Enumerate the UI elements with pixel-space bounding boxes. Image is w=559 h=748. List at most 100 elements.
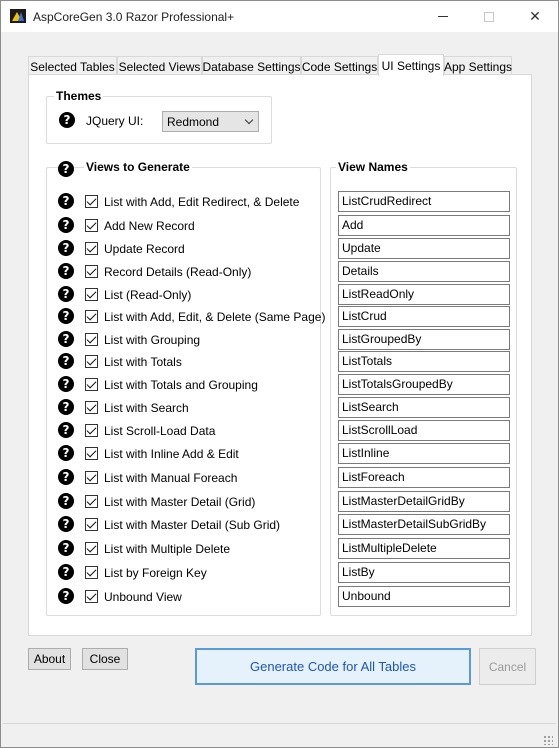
close-window-button[interactable]: ✕: [512, 1, 558, 32]
close-button[interactable]: Close: [82, 648, 128, 670]
view-name-input[interactable]: ListCrudRedirect: [338, 191, 510, 212]
view-checkbox[interactable]: [85, 355, 98, 368]
minimize-icon: [438, 16, 448, 17]
view-checkbox[interactable]: [85, 401, 98, 414]
help-icon[interactable]: ?: [58, 193, 74, 209]
view-label: List (Read-Only): [104, 288, 192, 302]
app-logo-icon: [10, 9, 26, 23]
help-icon[interactable]: ?: [58, 469, 74, 485]
view-name-input[interactable]: ListInline: [338, 443, 510, 464]
view-label: List with Add, Edit, & Delete (Same Page…: [104, 310, 326, 324]
view-label: List with Totals and Grouping: [104, 378, 258, 392]
minimize-button[interactable]: [420, 1, 466, 32]
tab-selected-views[interactable]: Selected Views: [117, 56, 202, 76]
help-icon[interactable]: ?: [59, 112, 75, 128]
help-icon[interactable]: ?: [58, 376, 74, 392]
help-icon[interactable]: ?: [58, 422, 74, 438]
maximize-button: [466, 1, 512, 32]
help-icon[interactable]: ?: [58, 217, 74, 233]
view-checkbox[interactable]: [85, 542, 98, 555]
view-name-input[interactable]: Add: [338, 215, 510, 236]
view-label: List with Inline Add & Edit: [104, 447, 239, 461]
view-checkbox[interactable]: [85, 310, 98, 323]
view-label: Update Record: [104, 242, 185, 256]
view-label: List with Totals: [104, 355, 182, 369]
app-window: AspCoreGen 3.0 Razor Professional+ ✕ Sel…: [0, 0, 559, 748]
help-icon[interactable]: ?: [58, 564, 74, 580]
view-label: List with Master Detail (Grid): [104, 495, 256, 509]
view-checkbox[interactable]: [85, 242, 98, 255]
jquery-ui-theme-select[interactable]: Redmond: [162, 111, 259, 132]
help-icon[interactable]: ?: [58, 493, 74, 509]
help-icon[interactable]: ?: [58, 445, 74, 461]
chevron-down-icon: [244, 115, 254, 125]
help-icon[interactable]: ?: [58, 286, 74, 302]
help-icon[interactable]: ?: [58, 399, 74, 415]
help-icon[interactable]: ?: [58, 308, 74, 324]
view-name-input[interactable]: ListMasterDetailGridBy: [338, 491, 510, 512]
resize-grip-icon[interactable]: [543, 735, 553, 745]
view-label: List with Manual Foreach: [104, 471, 238, 485]
view-checkbox[interactable]: [85, 288, 98, 301]
view-checkbox[interactable]: [85, 195, 98, 208]
tab-ui-settings[interactable]: UI Settings: [378, 54, 444, 76]
view-checkbox[interactable]: [85, 471, 98, 484]
view-name-input[interactable]: ListTotalsGroupedBy: [338, 374, 510, 395]
view-label: List with Grouping: [104, 333, 201, 347]
help-icon[interactable]: ?: [58, 331, 74, 347]
help-icon[interactable]: ?: [58, 588, 74, 604]
help-icon[interactable]: ?: [58, 263, 74, 279]
view-label: List with Search: [104, 401, 189, 415]
cancel-button: Cancel: [479, 648, 536, 685]
view-name-input[interactable]: Unbound: [338, 586, 510, 607]
help-icon[interactable]: ?: [58, 516, 74, 532]
view-label: Add New Record: [104, 219, 195, 233]
help-icon[interactable]: ?: [58, 161, 74, 177]
tab-selected-tables[interactable]: Selected Tables: [28, 56, 117, 76]
view-label: Unbound View: [104, 590, 182, 604]
tab-code-settings[interactable]: Code Settings: [301, 56, 378, 76]
tab-database-settings[interactable]: Database Settings: [202, 56, 301, 76]
window-title: AspCoreGen 3.0 Razor Professional+: [33, 10, 235, 24]
title-bar[interactable]: AspCoreGen 3.0 Razor Professional+ ✕: [1, 1, 558, 32]
help-icon[interactable]: ?: [58, 540, 74, 556]
view-name-input[interactable]: ListReadOnly: [338, 284, 510, 305]
view-checkbox[interactable]: [85, 378, 98, 391]
view-name-input[interactable]: Details: [338, 261, 510, 282]
view-names-legend: View Names: [336, 160, 410, 174]
tab-app-settings[interactable]: App Settings: [444, 56, 512, 76]
view-name-input[interactable]: ListTotals: [338, 351, 510, 372]
jquery-ui-label: JQuery UI:: [86, 114, 144, 128]
view-checkbox[interactable]: [85, 265, 98, 278]
view-name-input[interactable]: ListSearch: [338, 397, 510, 418]
view-label: Record Details (Read-Only): [104, 265, 252, 279]
view-checkbox[interactable]: [85, 518, 98, 531]
view-name-input[interactable]: ListCrud: [338, 306, 510, 327]
view-name-input[interactable]: ListBy: [338, 562, 510, 583]
view-label: List with Add, Edit Redirect, & Delete: [104, 195, 300, 209]
jquery-ui-theme-value: Redmond: [167, 115, 220, 129]
help-icon[interactable]: ?: [58, 353, 74, 369]
view-name-input[interactable]: ListForeach: [338, 467, 510, 488]
view-checkbox[interactable]: [85, 495, 98, 508]
view-name-input[interactable]: Update: [338, 238, 510, 259]
view-checkbox[interactable]: [85, 590, 98, 603]
view-checkbox[interactable]: [85, 566, 98, 579]
views-legend: Views to Generate: [84, 160, 192, 174]
view-name-input[interactable]: ListScrollLoad: [338, 420, 510, 441]
view-label: List by Foreign Key: [104, 566, 207, 580]
about-button[interactable]: About: [28, 648, 71, 670]
help-icon[interactable]: ?: [58, 240, 74, 256]
generate-code-button[interactable]: Generate Code for All Tables: [195, 648, 471, 685]
view-label: List Scroll-Load Data: [104, 424, 216, 438]
view-checkbox[interactable]: [85, 333, 98, 346]
view-label: List with Multiple Delete: [104, 542, 231, 556]
view-checkbox[interactable]: [85, 447, 98, 460]
view-name-input[interactable]: ListMultipleDelete: [338, 538, 510, 559]
status-bar: [3, 723, 556, 747]
view-checkbox[interactable]: [85, 219, 98, 232]
maximize-icon: [484, 11, 494, 22]
view-checkbox[interactable]: [85, 424, 98, 437]
view-name-input[interactable]: ListGroupedBy: [338, 329, 510, 350]
view-name-input[interactable]: ListMasterDetailSubGridBy: [338, 514, 510, 535]
